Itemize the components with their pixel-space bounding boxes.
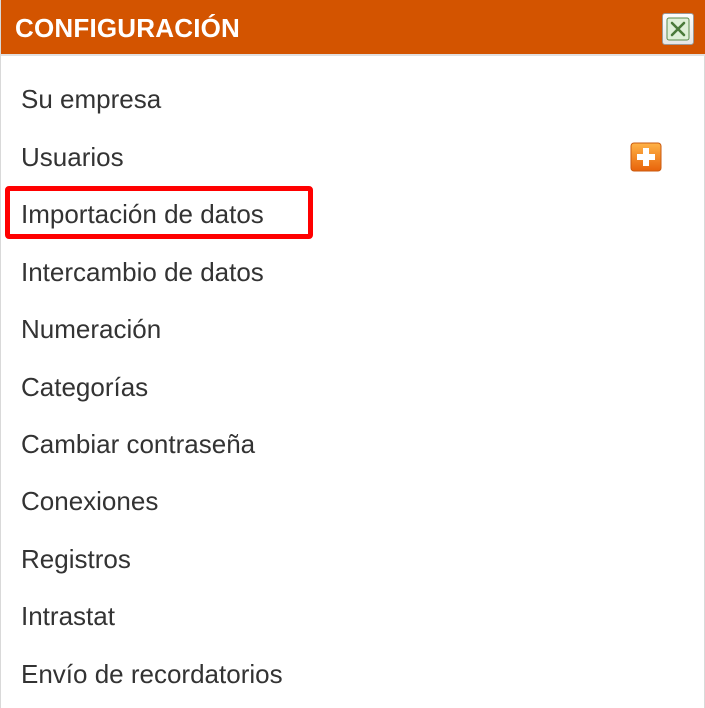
panel-title: CONFIGURACIÓN [15,13,241,43]
menu-item-usuarios[interactable]: Usuarios [21,137,124,177]
menu-item-envio-de-recordatorios[interactable]: Envío de recordatorios [21,654,283,694]
menu-item-intercambio-de-datos[interactable]: Intercambio de datos [21,252,264,292]
menu-item-registros[interactable]: Registros [21,539,131,579]
menu-item-su-empresa[interactable]: Su empresa [21,79,161,119]
menu-item-intrastat[interactable]: Intrastat [21,596,115,636]
panel-header: CONFIGURACIÓN [1,0,705,56]
highlight-box [5,186,313,239]
menu-item-categorias[interactable]: Categorías [21,367,148,407]
add-icon [630,142,662,176]
configuration-panel: CONFIGURACIÓN Su empresa Usuarios Import… [0,0,705,708]
menu-item-conexiones[interactable]: Conexiones [21,481,158,521]
add-user-button[interactable] [630,142,662,172]
close-button[interactable] [662,13,694,45]
menu-item-numeracion[interactable]: Numeración [21,309,161,349]
menu-item-cambiar-contrasena[interactable]: Cambiar contraseña [21,424,255,464]
